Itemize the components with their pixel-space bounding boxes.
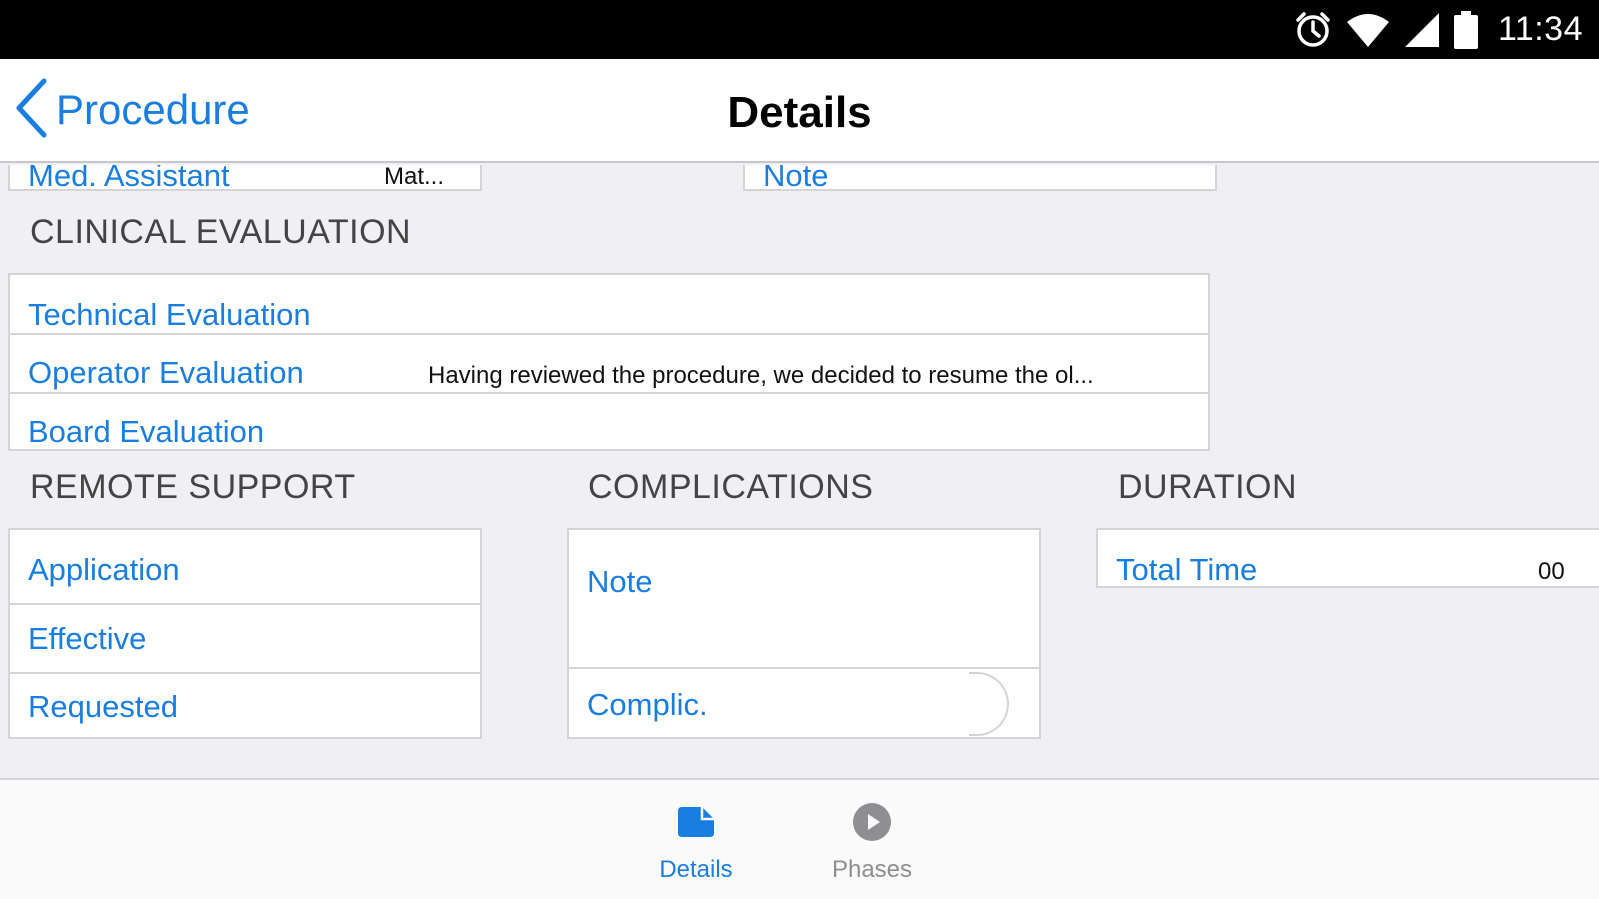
board-evaluation-row[interactable]: Board Evaluation — [10, 394, 1208, 451]
technical-evaluation-row[interactable]: Technical Evaluation — [10, 275, 1208, 335]
effective-label: Effective — [28, 621, 147, 656]
total-time-label: Total Time — [1116, 552, 1258, 587]
operator-evaluation-label: Operator Evaluation — [28, 355, 304, 390]
med-assistant-cell[interactable]: Med. Assistant Mat... — [8, 165, 482, 193]
status-icons: 11:34 — [1294, 0, 1583, 59]
tab-details[interactable]: Details — [626, 780, 766, 899]
back-button[interactable]: Procedure — [14, 77, 250, 143]
tab-phases[interactable]: Phases — [802, 780, 942, 899]
status-time: 11:34 — [1497, 10, 1583, 48]
requested-label: Requested — [28, 689, 178, 724]
tab-bar: Details Phases — [0, 778, 1599, 899]
requested-row[interactable]: Requested — [10, 674, 480, 739]
remote-support-group: Application Effective Requested — [8, 528, 482, 739]
technical-evaluation-label: Technical Evaluation — [28, 297, 311, 332]
wifi-icon — [1346, 12, 1390, 48]
operator-evaluation-row[interactable]: Operator Evaluation Having reviewed the … — [10, 335, 1208, 394]
application-label: Application — [28, 552, 180, 587]
application-row[interactable]: Application — [10, 530, 480, 605]
alarm-icon — [1294, 11, 1332, 49]
tab-phases-label: Phases — [831, 856, 913, 883]
med-assistant-label: Med. Assistant — [28, 165, 230, 193]
complications-note-label: Note — [587, 564, 653, 599]
screen: 11:34 Procedure Details Med. Assistant M… — [0, 0, 1599, 899]
complic-label: Complic. — [587, 687, 708, 722]
effective-row[interactable]: Effective — [10, 605, 480, 674]
chevron-left-icon — [14, 78, 48, 143]
clinical-evaluation-group: Technical Evaluation Operator Evaluation… — [8, 273, 1210, 451]
total-time-cell[interactable]: Total Time 00 — [1096, 528, 1599, 588]
navigation-bar: Procedure Details — [0, 59, 1599, 163]
play-circle-icon — [852, 802, 892, 842]
duration-title: DURATION — [1118, 468, 1298, 506]
battery-icon — [1453, 10, 1478, 49]
remote-support-title: REMOTE SUPPORT — [30, 468, 356, 506]
complications-title: COMPLICATIONS — [588, 468, 874, 506]
total-time-value: 00 — [1538, 558, 1565, 585]
clinical-evaluation-title: CLINICAL EVALUATION — [30, 213, 412, 251]
operator-evaluation-value: Having reviewed the procedure, we decide… — [428, 362, 1094, 389]
top-note-label: Note — [763, 165, 829, 193]
complic-toggle[interactable] — [969, 672, 1009, 736]
complications-note-row[interactable]: Note — [569, 530, 1039, 669]
status-bar: 11:34 — [0, 0, 1599, 59]
complic-row[interactable]: Complic. — [569, 669, 1039, 739]
folder-icon — [676, 802, 716, 842]
top-note-cell[interactable]: Note — [743, 165, 1217, 193]
tab-details-label: Details — [659, 856, 733, 883]
med-assistant-value: Mat... — [384, 165, 445, 190]
complications-group: Note Complic. — [567, 528, 1041, 739]
board-evaluation-label: Board Evaluation — [28, 414, 265, 449]
back-button-label: Procedure — [56, 86, 250, 133]
signal-icon — [1404, 12, 1440, 48]
details-content[interactable]: Med. Assistant Mat... Note CLINICAL EVAL… — [0, 165, 1599, 778]
